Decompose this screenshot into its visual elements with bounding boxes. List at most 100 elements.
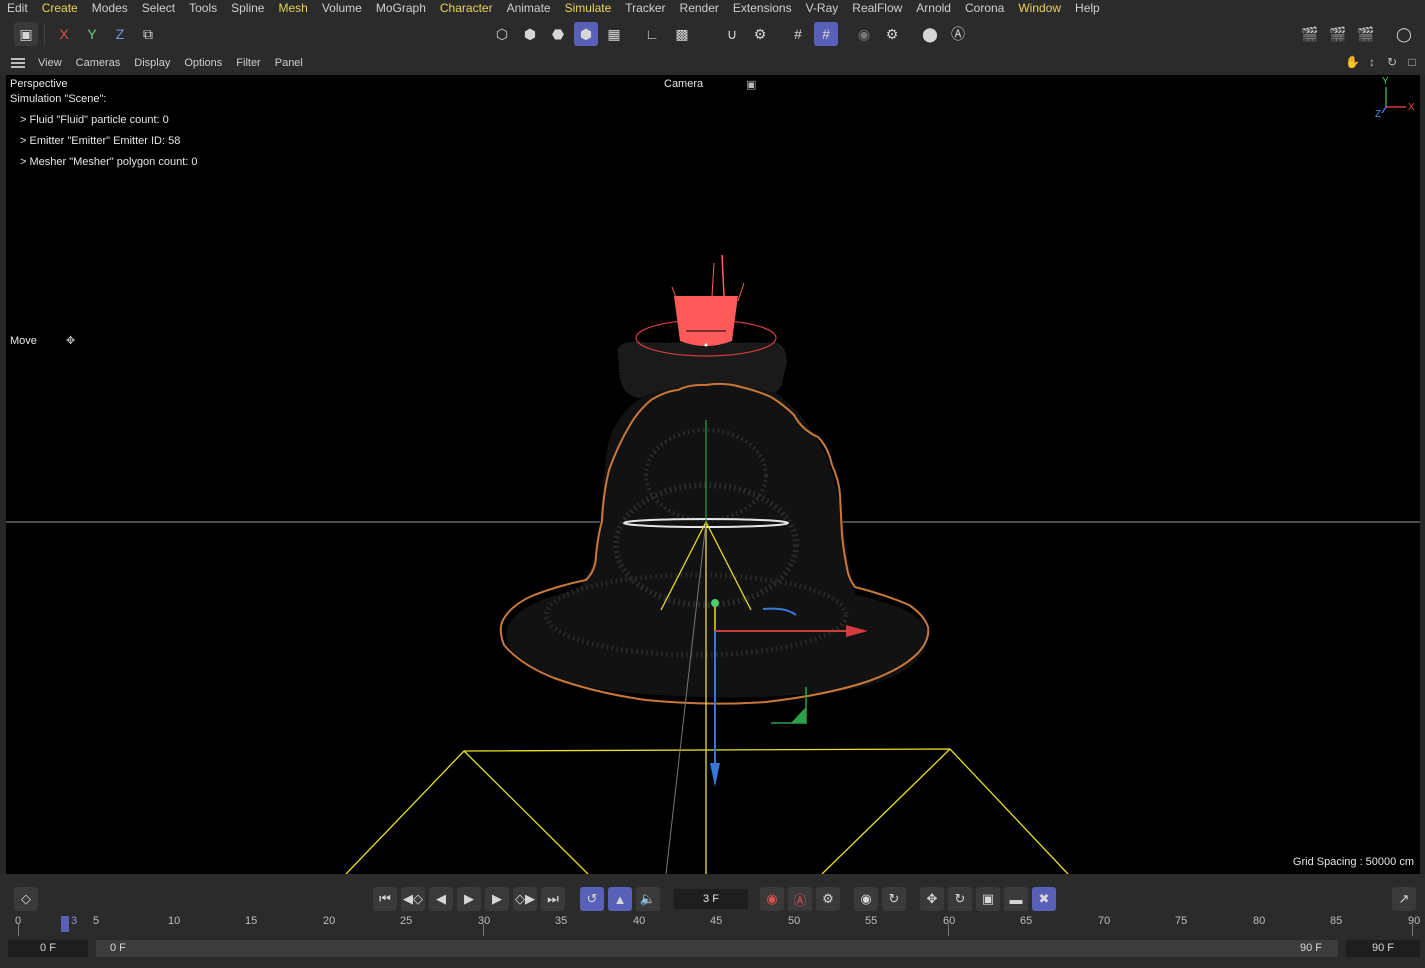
polygons-mode-icon[interactable]: ⬣	[546, 22, 570, 46]
go-to-end-icon[interactable]: ⏭	[541, 887, 565, 911]
range-slider-end-label: 90 F	[1299, 942, 1322, 954]
coordinate-system-icon[interactable]: ⧉	[136, 22, 160, 46]
pan-icon[interactable]: ✋	[1345, 55, 1360, 69]
orient-y-label: Y	[1382, 76, 1389, 87]
main-toolbar: ▣ X Y Z ⧉ ⬡ ⬢ ⬣ ⬢ ▦ ∟ ▩ ∪ ⚙ # # ◉ ⚙ ⬤ Ⓐ …	[0, 18, 1425, 52]
viewport-menu-filter[interactable]: Filter	[229, 57, 267, 69]
render-settings-icon[interactable]: ⚙	[880, 22, 904, 46]
maximize-icon[interactable]: □	[1405, 55, 1419, 69]
next-frame-icon[interactable]: ▶	[485, 887, 509, 911]
current-frame-field[interactable]: 3 F	[674, 889, 748, 909]
dolly-icon[interactable]: ↕	[1365, 55, 1379, 69]
viewport-menu-options[interactable]: Options	[177, 57, 229, 69]
orient-x-label: X	[1408, 102, 1415, 113]
z-axis-lock-button[interactable]: Z	[108, 22, 132, 46]
parameter-key-icon[interactable]: ▬	[1004, 887, 1028, 911]
autokey-icon[interactable]: Ⓐ	[788, 887, 812, 911]
menu-tools[interactable]: Tools	[182, 0, 224, 16]
menu-character[interactable]: Character	[433, 0, 500, 16]
perspective-viewport[interactable]: Perspective Simulation "Scene": > Fluid …	[6, 75, 1420, 874]
menu-extensions[interactable]: Extensions	[726, 0, 799, 16]
render-region-icon[interactable]: ◉	[852, 22, 876, 46]
menu-mograph[interactable]: MoGraph	[369, 0, 433, 16]
menu-modes[interactable]: Modes	[85, 0, 135, 16]
point-level-animation-icon[interactable]: ✖	[1032, 887, 1056, 911]
layout-icon[interactable]: ◯	[1392, 22, 1416, 46]
solo-icon[interactable]: ⬤	[918, 22, 942, 46]
edges-mode-icon[interactable]: ⬢	[518, 22, 542, 46]
ruler-label: 65	[1020, 915, 1033, 927]
menu-simulate[interactable]: Simulate	[558, 0, 619, 16]
keyframe-selection-icon[interactable]: ◉	[854, 887, 878, 911]
snap-settings-icon[interactable]: ⚙	[748, 22, 772, 46]
scale-key-icon[interactable]: ▣	[976, 887, 1000, 911]
render-view-icon[interactable]: 🎬	[1298, 22, 1322, 46]
y-axis-lock-button[interactable]: Y	[80, 22, 104, 46]
grid-icon[interactable]: #	[786, 22, 810, 46]
previous-key-icon[interactable]: ◀◇	[401, 887, 425, 911]
right-dock-strip	[1420, 75, 1425, 874]
menu-render[interactable]: Render	[673, 0, 726, 16]
motion-path-icon[interactable]: ↻	[882, 887, 906, 911]
grid-snap-icon[interactable]: #	[814, 22, 838, 46]
range-start-field[interactable]: 0 F	[8, 940, 88, 957]
timeline-ruler[interactable]: 0 3 5 10 15 20 25 30 35 40 45 50 55 60 6…	[12, 912, 1422, 936]
ruler-label: 80	[1253, 915, 1266, 927]
menu-animate[interactable]: Animate	[500, 0, 558, 16]
timeline-expand-icon[interactable]: ↗	[1392, 887, 1416, 911]
ruler-major-tick	[483, 924, 484, 936]
ruler-major-tick	[948, 924, 949, 936]
next-key-icon[interactable]: ◇▶	[513, 887, 537, 911]
x-axis-lock-button[interactable]: X	[52, 22, 76, 46]
menu-tracker[interactable]: Tracker	[618, 0, 672, 16]
move-tool-icon: ✥	[66, 335, 76, 347]
menu-edit[interactable]: Edit	[0, 0, 35, 16]
menu-arnold[interactable]: Arnold	[909, 0, 958, 16]
snap-icon[interactable]: ∪	[720, 22, 744, 46]
model-mode-icon[interactable]: ⬢	[574, 22, 598, 46]
viewport-menu-display[interactable]: Display	[127, 57, 177, 69]
ruler-label: 15	[245, 915, 258, 927]
rotate-icon[interactable]: ↻	[1385, 55, 1399, 69]
rotation-key-icon[interactable]: ↻	[948, 887, 972, 911]
menu-help[interactable]: Help	[1068, 0, 1107, 16]
undo-view-icon[interactable]: ▣	[14, 22, 38, 46]
menu-spline[interactable]: Spline	[224, 0, 271, 16]
play-icon[interactable]: ▶	[457, 887, 481, 911]
edit-render-settings-icon[interactable]: 🎬	[1354, 22, 1378, 46]
texture-mode-icon[interactable]: ▦	[602, 22, 626, 46]
render-picture-viewer-icon[interactable]: 🎬	[1326, 22, 1350, 46]
axis-mode-icon[interactable]: ∟	[640, 22, 664, 46]
menu-mesh[interactable]: Mesh	[271, 0, 314, 16]
keyframe-diamond-icon[interactable]: ◇	[14, 887, 38, 911]
go-to-start-icon[interactable]: ⏮	[373, 887, 397, 911]
ruler-label: 20	[323, 915, 336, 927]
viewport-menu-panel[interactable]: Panel	[268, 57, 310, 69]
key-settings-icon[interactable]: ⚙	[816, 887, 840, 911]
loop-icon[interactable]: ↺	[580, 887, 604, 911]
menu-corona[interactable]: Corona	[958, 0, 1011, 16]
hamburger-icon[interactable]	[11, 58, 25, 68]
workplane-icon[interactable]: ▩	[670, 22, 694, 46]
position-key-icon[interactable]: ✥	[920, 887, 944, 911]
points-mode-icon[interactable]: ⬡	[490, 22, 514, 46]
auto-icon[interactable]: Ⓐ	[946, 22, 970, 46]
record-keys-icon[interactable]: ◉	[760, 887, 784, 911]
viewport-nav-icons: ✋ ↕ ↻ □	[1345, 55, 1419, 69]
menu-select[interactable]: Select	[135, 0, 182, 16]
playback-mode-icon[interactable]: ▲	[608, 887, 632, 911]
menu-window[interactable]: Window	[1011, 0, 1068, 16]
camera-icon[interactable]: ▣	[746, 78, 756, 91]
sound-icon[interactable]: 🔈	[636, 887, 660, 911]
viewport-menu-cameras[interactable]: Cameras	[69, 57, 128, 69]
menu-create[interactable]: Create	[35, 0, 85, 16]
menu-vray[interactable]: V-Ray	[799, 0, 846, 16]
viewport-menu-view[interactable]: View	[31, 57, 69, 69]
range-end-field[interactable]: 90 F	[1346, 940, 1420, 957]
previous-frame-icon[interactable]: ◀	[429, 887, 453, 911]
timeline-playhead[interactable]	[61, 916, 69, 932]
range-slider[interactable]: 0 F 90 F	[96, 940, 1338, 957]
menu-volume[interactable]: Volume	[315, 0, 369, 16]
menu-realflow[interactable]: RealFlow	[845, 0, 909, 16]
viewport-menubar: View Cameras Display Options Filter Pane…	[0, 52, 1425, 74]
